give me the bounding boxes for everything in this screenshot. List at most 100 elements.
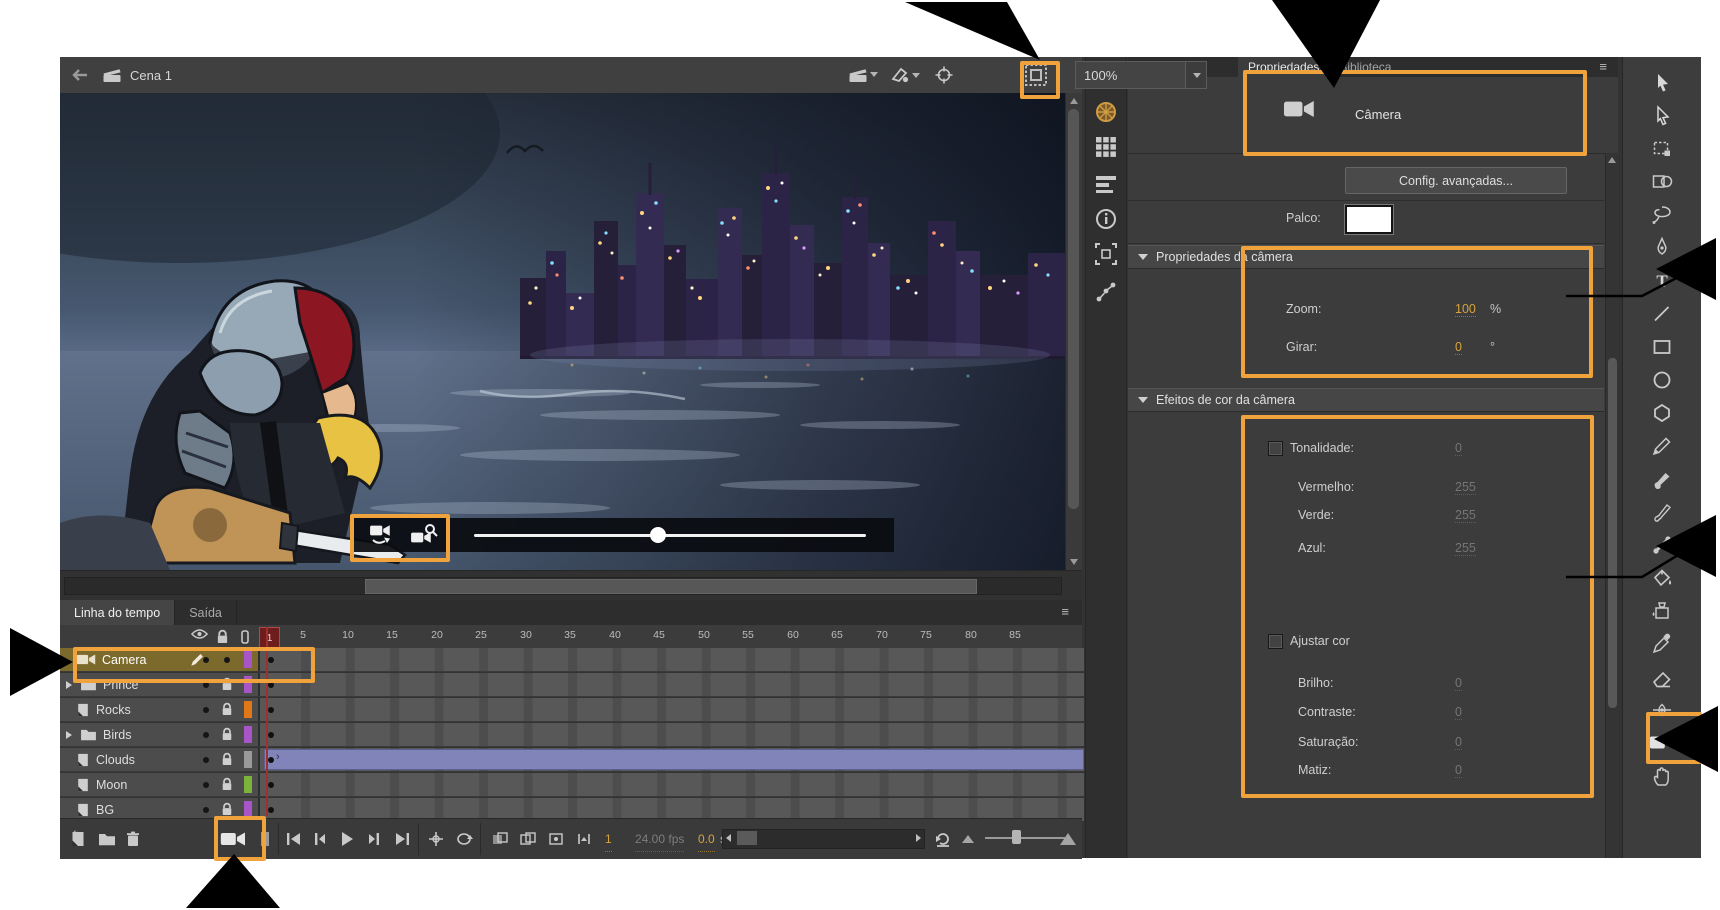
- camera-zoom-icon[interactable]: [410, 523, 438, 547]
- bone-tool[interactable]: [1623, 528, 1701, 561]
- zoom-in-icon[interactable]: [1060, 827, 1076, 851]
- pencil-tool[interactable]: [1623, 429, 1701, 462]
- visibility-dot[interactable]: [203, 807, 209, 813]
- paint-bucket-tool[interactable]: [1623, 561, 1701, 594]
- edit-multiple-frames-icon[interactable]: [548, 827, 564, 851]
- lock-icon[interactable]: [221, 677, 233, 691]
- stage-canvas[interactable]: [60, 93, 1082, 570]
- tab-properties[interactable]: Propriedades: [1238, 57, 1330, 77]
- info-panel-icon[interactable]: [1094, 207, 1118, 231]
- add-camera-button[interactable]: [220, 827, 246, 851]
- rectangle-tool[interactable]: [1623, 330, 1701, 363]
- grid-panel-icon[interactable]: [1094, 135, 1118, 159]
- color-wheel-icon[interactable]: [1094, 100, 1118, 124]
- layer-frames[interactable]: ›: [258, 748, 1084, 771]
- tab-library[interactable]: Biblioteca: [1329, 57, 1401, 77]
- play-icon[interactable]: [340, 827, 354, 851]
- camera-zoom-slider-handle[interactable]: [650, 527, 666, 543]
- current-frame-value[interactable]: 1: [605, 827, 612, 852]
- expand-folder-icon[interactable]: [66, 680, 72, 689]
- rotate-value[interactable]: 0: [1455, 340, 1462, 355]
- section-camera-properties[interactable]: Propriedades da câmera: [1128, 245, 1604, 269]
- visibility-dot[interactable]: [203, 757, 209, 763]
- layer-frames[interactable]: [258, 648, 1084, 671]
- subselection-tool[interactable]: [1623, 99, 1701, 132]
- tint-checkbox[interactable]: [1268, 441, 1283, 456]
- timeline-panel-menu-icon[interactable]: ≡: [1061, 604, 1070, 619]
- timeline-zoom-slider-handle[interactable]: [1012, 830, 1021, 844]
- properties-panel-menu-icon[interactable]: ≡: [1599, 59, 1608, 74]
- brush-tool[interactable]: [1623, 495, 1701, 528]
- frame-rate-value[interactable]: 24.00 fps: [635, 827, 685, 852]
- align-panel-icon[interactable]: [1094, 172, 1118, 196]
- lock-icon[interactable]: [221, 777, 233, 791]
- scroll-up-icon[interactable]: [1070, 98, 1078, 104]
- layer-color-swatch[interactable]: [244, 701, 252, 718]
- go-to-last-frame-icon[interactable]: [394, 827, 410, 851]
- visibility-dot[interactable]: [203, 732, 209, 738]
- timeline-zoom-slider[interactable]: [985, 837, 1065, 839]
- lasso-tool[interactable]: [1623, 198, 1701, 231]
- go-to-first-frame-icon[interactable]: [286, 827, 302, 851]
- playhead-frame-marker[interactable]: 1: [259, 627, 280, 649]
- camera-tool[interactable]: [1623, 726, 1701, 759]
- reset-timeline-zoom-icon[interactable]: [934, 827, 952, 851]
- chevron-down-icon[interactable]: [1186, 72, 1206, 78]
- transform-panel-icon[interactable]: [1094, 242, 1118, 266]
- lock-icon[interactable]: [221, 702, 233, 716]
- toggle-column-icon[interactable]: [260, 827, 270, 851]
- line-tool[interactable]: [1623, 297, 1701, 330]
- layer-row-rocks[interactable]: Rocks: [60, 698, 1084, 723]
- onion-skin-icon[interactable]: [492, 827, 508, 851]
- free-transform-tool[interactable]: [1623, 132, 1701, 165]
- expand-folder-icon[interactable]: [66, 730, 72, 739]
- edit-symbols-icon[interactable]: [890, 66, 920, 84]
- step-forward-icon[interactable]: [367, 827, 381, 851]
- timeline-ruler[interactable]: 1 5 10 15 20 25 30 35 40 45 50 55 60 65 …: [60, 625, 1082, 649]
- stage-zoom-select[interactable]: 100%: [1075, 61, 1207, 89]
- stage-color-swatch[interactable]: [1345, 205, 1393, 234]
- layer-row-prince[interactable]: Prince: [60, 673, 1084, 698]
- center-playhead-icon[interactable]: [428, 827, 444, 851]
- lock-all-layers-icon[interactable]: [216, 629, 229, 644]
- zoom-out-icon[interactable]: [962, 827, 974, 851]
- outline-all-layers-icon[interactable]: [241, 630, 249, 644]
- hand-tool[interactable]: [1623, 759, 1701, 792]
- step-back-icon[interactable]: [313, 827, 327, 851]
- scroll-down-icon[interactable]: [1070, 559, 1078, 565]
- layer-color-swatch[interactable]: [244, 801, 252, 818]
- layer-row-camera[interactable]: Camera: [60, 648, 1084, 673]
- camera-zoom-slider[interactable]: [474, 534, 866, 537]
- show-all-layers-eye-icon[interactable]: [191, 629, 208, 639]
- eyedropper-tool[interactable]: [1623, 627, 1701, 660]
- advanced-settings-button[interactable]: Config. avançadas...: [1345, 167, 1567, 194]
- adjust-color-checkbox[interactable]: [1268, 634, 1283, 649]
- center-frame-icon[interactable]: [934, 65, 954, 85]
- eraser-tool[interactable]: [1623, 660, 1701, 693]
- layer-frames[interactable]: [258, 673, 1084, 696]
- layer-frames[interactable]: [258, 723, 1084, 746]
- modify-markers-icon[interactable]: [576, 827, 592, 851]
- properties-scrollbar[interactable]: [1605, 153, 1619, 858]
- playhead[interactable]: [266, 627, 268, 816]
- layer-row-moon[interactable]: Moon: [60, 773, 1084, 798]
- scroll-left-icon[interactable]: [726, 834, 731, 842]
- visibility-dot[interactable]: [203, 782, 209, 788]
- loop-icon[interactable]: [455, 827, 473, 851]
- layer-color-swatch[interactable]: [244, 676, 252, 693]
- ink-bottle-tool[interactable]: [1623, 594, 1701, 627]
- oval-tool[interactable]: [1623, 363, 1701, 396]
- scroll-up-icon[interactable]: [1608, 157, 1616, 163]
- motion-panel-icon[interactable]: [1094, 280, 1118, 304]
- trash-icon[interactable]: [126, 827, 140, 851]
- scene-menu-icon[interactable]: [848, 67, 878, 83]
- text-tool[interactable]: T: [1623, 264, 1701, 297]
- gradient-transform-tool[interactable]: [1623, 165, 1701, 198]
- stage-horizontal-scrollbar[interactable]: [60, 570, 1082, 601]
- lock-icon[interactable]: [221, 802, 233, 816]
- layer-color-swatch[interactable]: [244, 751, 252, 768]
- tab-timeline[interactable]: Linha do tempo: [60, 600, 176, 625]
- camera-pan-icon[interactable]: [368, 524, 394, 546]
- layer-frames[interactable]: [258, 773, 1084, 796]
- layer-color-swatch[interactable]: [244, 776, 252, 793]
